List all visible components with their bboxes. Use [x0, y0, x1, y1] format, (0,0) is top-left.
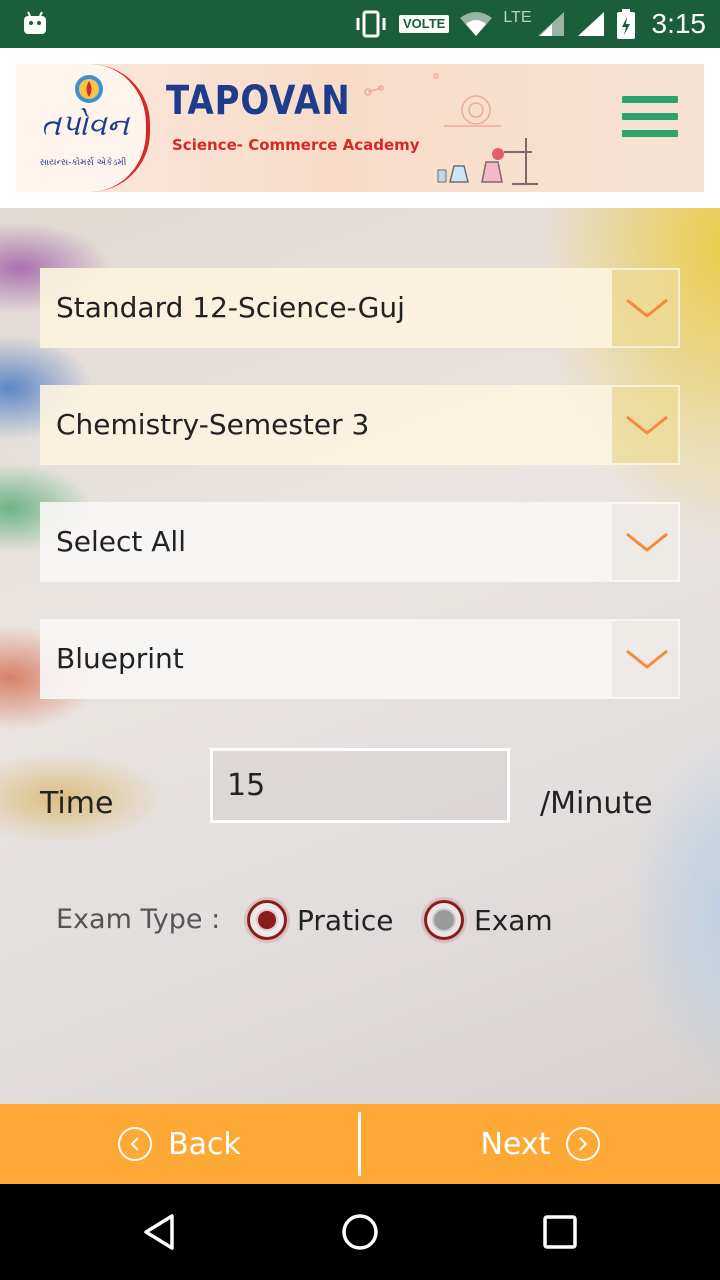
android-icon [24, 11, 46, 34]
time-label: Time [40, 786, 114, 821]
brand-title: TAPOVAN [166, 78, 351, 124]
back-label: Back [168, 1126, 241, 1162]
standard-dropdown[interactable]: Standard 12-Science-Guj [40, 268, 680, 348]
next-label: Next [480, 1126, 551, 1162]
signal-icon [537, 12, 564, 36]
minute-unit-label: /Minute [540, 786, 653, 821]
chapter-dropdown-value: Select All [56, 525, 186, 558]
form-area: Standard 12-Science-Guj Chemistry-Semest… [0, 208, 720, 1104]
wifi-icon [460, 12, 493, 36]
exam-type-label: Exam Type : [56, 904, 221, 935]
lab-illustration-icon [364, 73, 538, 185]
radio-checked-icon [247, 900, 287, 940]
time-input[interactable]: 15 [210, 748, 510, 823]
radio-exam[interactable]: Exam [424, 898, 553, 942]
back-triangle-icon[interactable] [140, 1212, 180, 1252]
next-button[interactable]: Next [361, 1104, 720, 1184]
chapter-dropdown[interactable]: Select All [40, 502, 680, 582]
bottom-action-bar: Back Next [0, 1104, 720, 1184]
back-button[interactable]: Back [0, 1104, 359, 1184]
subject-dropdown-value: Chemistry-Semester 3 [56, 408, 370, 441]
volte-badge: VOLTE [398, 15, 450, 33]
chevron-down-icon[interactable] [610, 268, 680, 348]
recents-square-icon[interactable] [540, 1212, 580, 1252]
battery-icon [616, 9, 635, 39]
radio-unchecked-icon [424, 900, 464, 940]
clock: 3:15 [651, 8, 707, 39]
radio-exam-label: Exam [474, 903, 553, 937]
logo: તપોવન સાયન્સ-કોમર્સ એકેડમી [16, 64, 150, 192]
signal-icon [577, 12, 604, 36]
type-dropdown-value: Blueprint [56, 642, 184, 675]
logo-script: તપોવન [41, 108, 129, 143]
home-circle-icon[interactable] [340, 1212, 380, 1252]
chevron-down-icon[interactable] [610, 385, 680, 465]
chevron-down-icon[interactable] [610, 502, 680, 582]
chevron-right-icon [566, 1127, 601, 1161]
lte-label: LTE [503, 9, 532, 26]
vibrate-icon [356, 10, 386, 38]
standard-dropdown-value: Standard 12-Science-Guj [56, 291, 405, 324]
app-header: તપોવન સાયન્સ-કોમર્સ એકેડમી TAPOVAN Scien… [0, 48, 720, 208]
type-dropdown[interactable]: Blueprint [40, 619, 680, 699]
status-bar: VOLTE LTE 3:15 [0, 0, 720, 48]
radio-practice[interactable]: Pratice [247, 898, 393, 942]
radio-practice-label: Pratice [297, 903, 394, 937]
subject-dropdown[interactable]: Chemistry-Semester 3 [40, 385, 680, 465]
chevron-down-icon[interactable] [610, 619, 680, 699]
chevron-left-icon [118, 1127, 153, 1161]
navigation-bar [0, 1184, 720, 1280]
logo-emblem-icon [75, 75, 103, 103]
banner: તપોવન સાયન્સ-કોમર્સ એકેડમી TAPOVAN Scien… [16, 64, 704, 192]
logo-subtext: સાયન્સ-કોમર્સ એકેડમી [39, 158, 127, 168]
hamburger-menu-icon[interactable] [622, 96, 678, 142]
